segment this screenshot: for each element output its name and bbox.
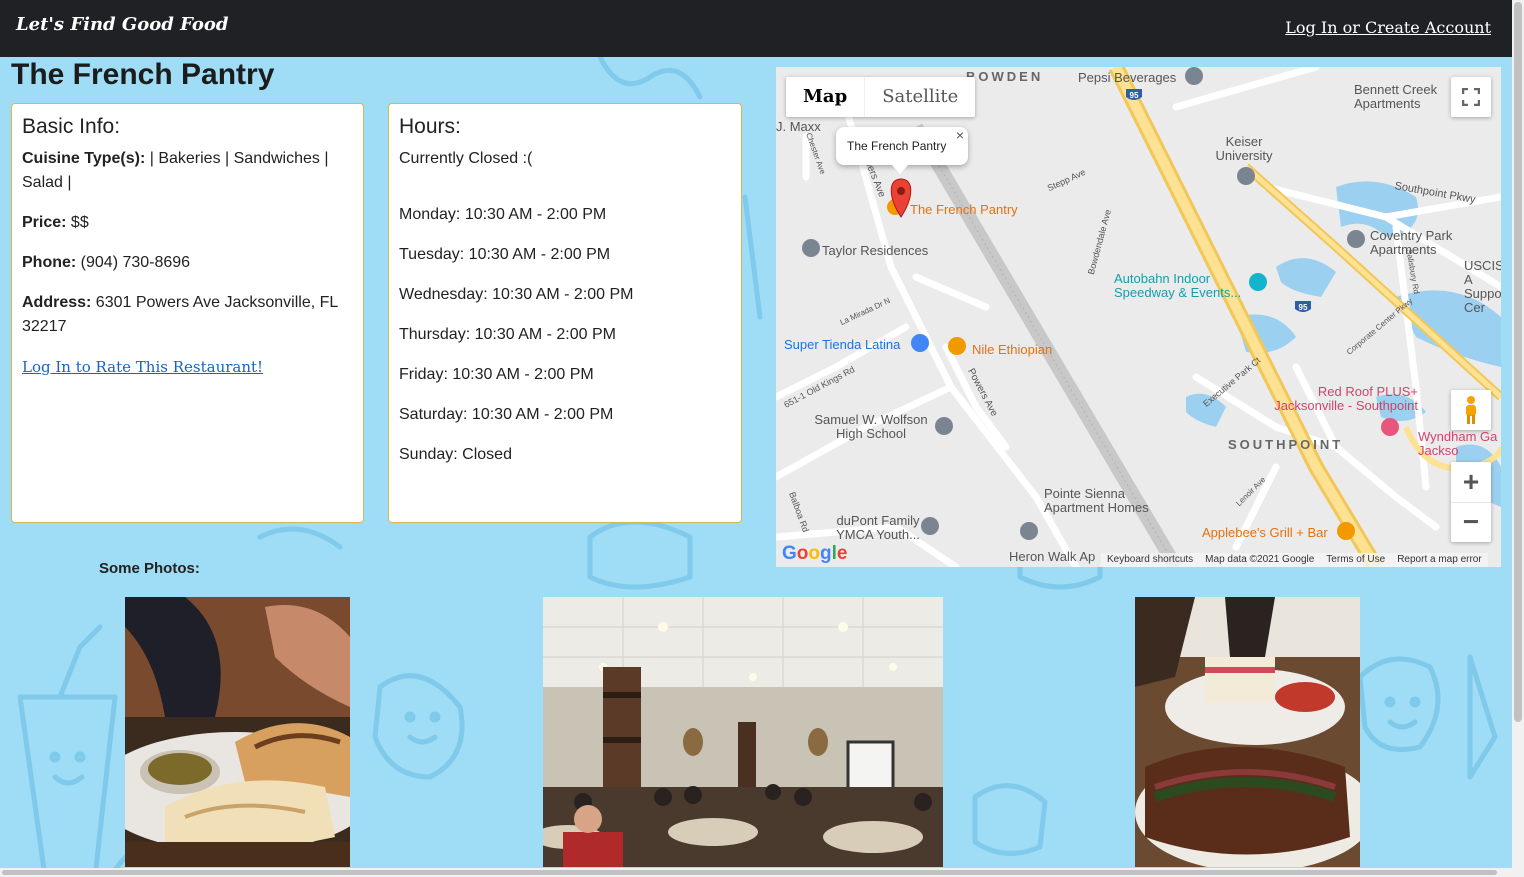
hours-tuesday: Tuesday: 10:30 AM - 2:00 PM [399, 246, 611, 263]
zoom-in-button[interactable]: + [1451, 462, 1491, 503]
map-label-wolfson: Samuel W. Wolfson High School [814, 412, 928, 441]
phone-row: Phone: (904) 730-8696 [22, 251, 353, 275]
map-type-control: Map Satellite [786, 77, 976, 117]
map-label-pepsi: Pepsi Beverages [1078, 70, 1177, 85]
zoom-control: + − [1451, 462, 1491, 542]
map-label-red-roof: Red Roof PLUS+ Jacksonville - Southpoint [1274, 384, 1418, 413]
map-label-nile: Nile Ethiopian [972, 342, 1053, 357]
i95-shield-label-2: 95 [1299, 303, 1308, 312]
google-map[interactable]: 95 95 BOWDEN Pepsi Beverages Bennett Cre… [776, 67, 1501, 567]
map-label-super-tienda: Super Tienda Latina [784, 337, 901, 352]
hours-friday: Friday: 10:30 AM - 2:00 PM [399, 366, 594, 383]
terms-of-use-link[interactable]: Terms of Use [1326, 553, 1385, 567]
photo-sandwich-and-cake[interactable] [1135, 597, 1360, 867]
report-map-error-link[interactable]: Report a map error [1397, 553, 1481, 567]
info-window-tail [892, 165, 908, 174]
map-type-satellite-button[interactable]: Satellite [864, 77, 975, 117]
phone-label: Phone: [22, 254, 77, 271]
horizontal-scrollbar[interactable] [0, 868, 1512, 877]
vertical-scroll-thumb[interactable] [1514, 2, 1522, 722]
map-label-dupont: duPont Family YMCA Youth... [836, 513, 920, 542]
keyboard-shortcuts-link[interactable]: Keyboard shortcuts [1107, 553, 1193, 567]
hours-wednesday: Wednesday: 10:30 AM - 2:00 PM [399, 286, 634, 303]
basic-info-heading: Basic Info: [22, 115, 121, 138]
map-label-bennett: Bennett Creek Apartments [1354, 82, 1438, 111]
restaurant-title: The French Pantry [11, 58, 275, 91]
photo-restaurant-interior[interactable] [543, 597, 943, 867]
close-icon[interactable]: × [956, 127, 964, 143]
fullscreen-icon [1462, 88, 1480, 106]
map-label-autobahn: Autobahn Indoor Speedway & Events... [1114, 271, 1242, 300]
price-value: $$ [66, 214, 89, 231]
hours-heading: Hours: [399, 115, 461, 138]
i95-shield-label-1: 95 [1130, 91, 1139, 100]
map-label-bowden: BOWDEN [966, 69, 1044, 84]
vertical-scrollbar[interactable] [1512, 0, 1524, 877]
map-label-taylor: Taylor Residences [822, 243, 929, 258]
cuisine-row: Cuisine Type(s): | Bakeries | Sandwiches… [22, 147, 353, 195]
hours-sunday: Sunday: Closed [399, 446, 512, 463]
info-window-title: The French Pantry [847, 139, 947, 153]
brand-logo[interactable]: Let's Find Good Food [16, 14, 229, 35]
phone-value: (904) 730-8696 [76, 254, 191, 271]
map-info-window: The French Pantry × [836, 127, 968, 174]
basic-info-card: Basic Info: Cuisine Type(s): | Bakeries … [11, 103, 364, 523]
map-label-heron: Heron Walk Ap [1009, 549, 1096, 564]
hours-thursday: Thursday: 10:30 AM - 2:00 PM [399, 326, 616, 343]
hours-monday: Monday: 10:30 AM - 2:00 PM [399, 206, 607, 223]
rate-restaurant-link[interactable]: Log In to Rate This Restaurant! [22, 358, 263, 376]
open-status: Currently Closed :( [399, 150, 533, 167]
map-label-wyndham: Wyndham Ga Jackso [1418, 429, 1498, 458]
hours-card: Hours: Currently Closed :( Monday: 10:30… [388, 103, 742, 523]
hours-saturday: Saturday: 10:30 AM - 2:00 PM [399, 406, 614, 423]
map-footer: Keyboard shortcuts Map data ©2021 Google… [1101, 553, 1488, 567]
map-label-applebees: Applebee's Grill + Bar [1202, 525, 1328, 540]
map-type-map-button[interactable]: Map [786, 77, 864, 117]
navbar: Let's Find Good Food Log In or Create Ac… [0, 0, 1512, 57]
zoom-out-button[interactable]: − [1451, 503, 1491, 543]
google-logo[interactable]: Google [782, 543, 847, 565]
map-label-southpoint: SOUTHPOINT [1228, 437, 1344, 452]
map-label-uscis: USCIS A Support Cer [1464, 258, 1501, 315]
map-label-jmaxx: J. Maxx [776, 119, 821, 134]
map-label-pointe-sienna: Pointe Sienna Apartment Homes [1044, 486, 1149, 515]
street-view-button[interactable] [1451, 390, 1491, 430]
cuisine-label: Cuisine Type(s): [22, 150, 146, 167]
price-row: Price: $$ [22, 211, 353, 235]
price-label: Price: [22, 214, 67, 231]
photos-heading: Some Photos: [99, 560, 200, 577]
address-row: Address: 6301 Powers Ave Jacksonville, F… [22, 291, 353, 339]
login-create-account-link[interactable]: Log In or Create Account [1285, 18, 1491, 37]
map-data-attribution: Map data ©2021 Google [1205, 554, 1315, 565]
map-label-french-pantry: The French Pantry [910, 202, 1018, 217]
horizontal-scroll-thumb[interactable] [2, 870, 1497, 875]
pegman-icon [1466, 396, 1476, 424]
map-label-keiser: Keiser University [1215, 134, 1273, 163]
map-label-coventry: Coventry Park Apartments [1370, 228, 1453, 257]
address-label: Address: [22, 294, 92, 311]
fullscreen-button[interactable] [1451, 77, 1491, 117]
photo-bread-and-oil[interactable] [125, 597, 350, 867]
